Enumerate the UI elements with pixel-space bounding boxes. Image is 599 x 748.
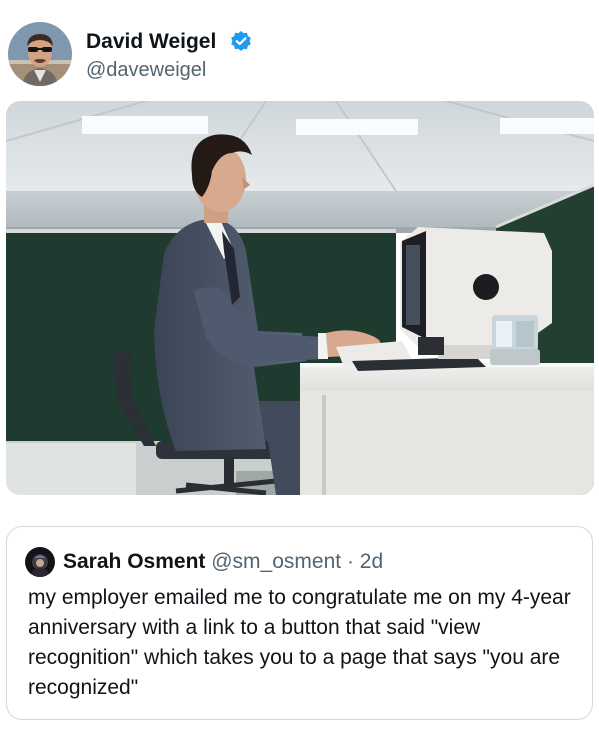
quoted-tweet-meta: Sarah Osment @sm_osment · 2d <box>63 549 383 575</box>
quoted-author-name[interactable]: Sarah Osment <box>63 550 205 573</box>
author-avatar[interactable] <box>8 22 72 86</box>
meta-separator: · <box>346 550 354 573</box>
quoted-author-avatar[interactable] <box>25 547 55 577</box>
tweet-header: David Weigel @daveweigel <box>0 0 599 100</box>
tweet-media-image[interactable] <box>6 101 594 495</box>
author-handle[interactable]: @daveweigel <box>86 58 206 82</box>
quoted-author-handle[interactable]: @sm_osment <box>211 550 341 573</box>
quoted-tweet-text: my employer emailed me to congratulate m… <box>28 586 571 699</box>
verified-badge-icon <box>231 31 251 51</box>
author-name[interactable]: David Weigel <box>86 30 216 54</box>
quoted-tweet[interactable]: Sarah Osment @sm_osment · 2d my employer… <box>6 526 593 720</box>
quoted-timestamp[interactable]: 2d <box>360 550 383 573</box>
